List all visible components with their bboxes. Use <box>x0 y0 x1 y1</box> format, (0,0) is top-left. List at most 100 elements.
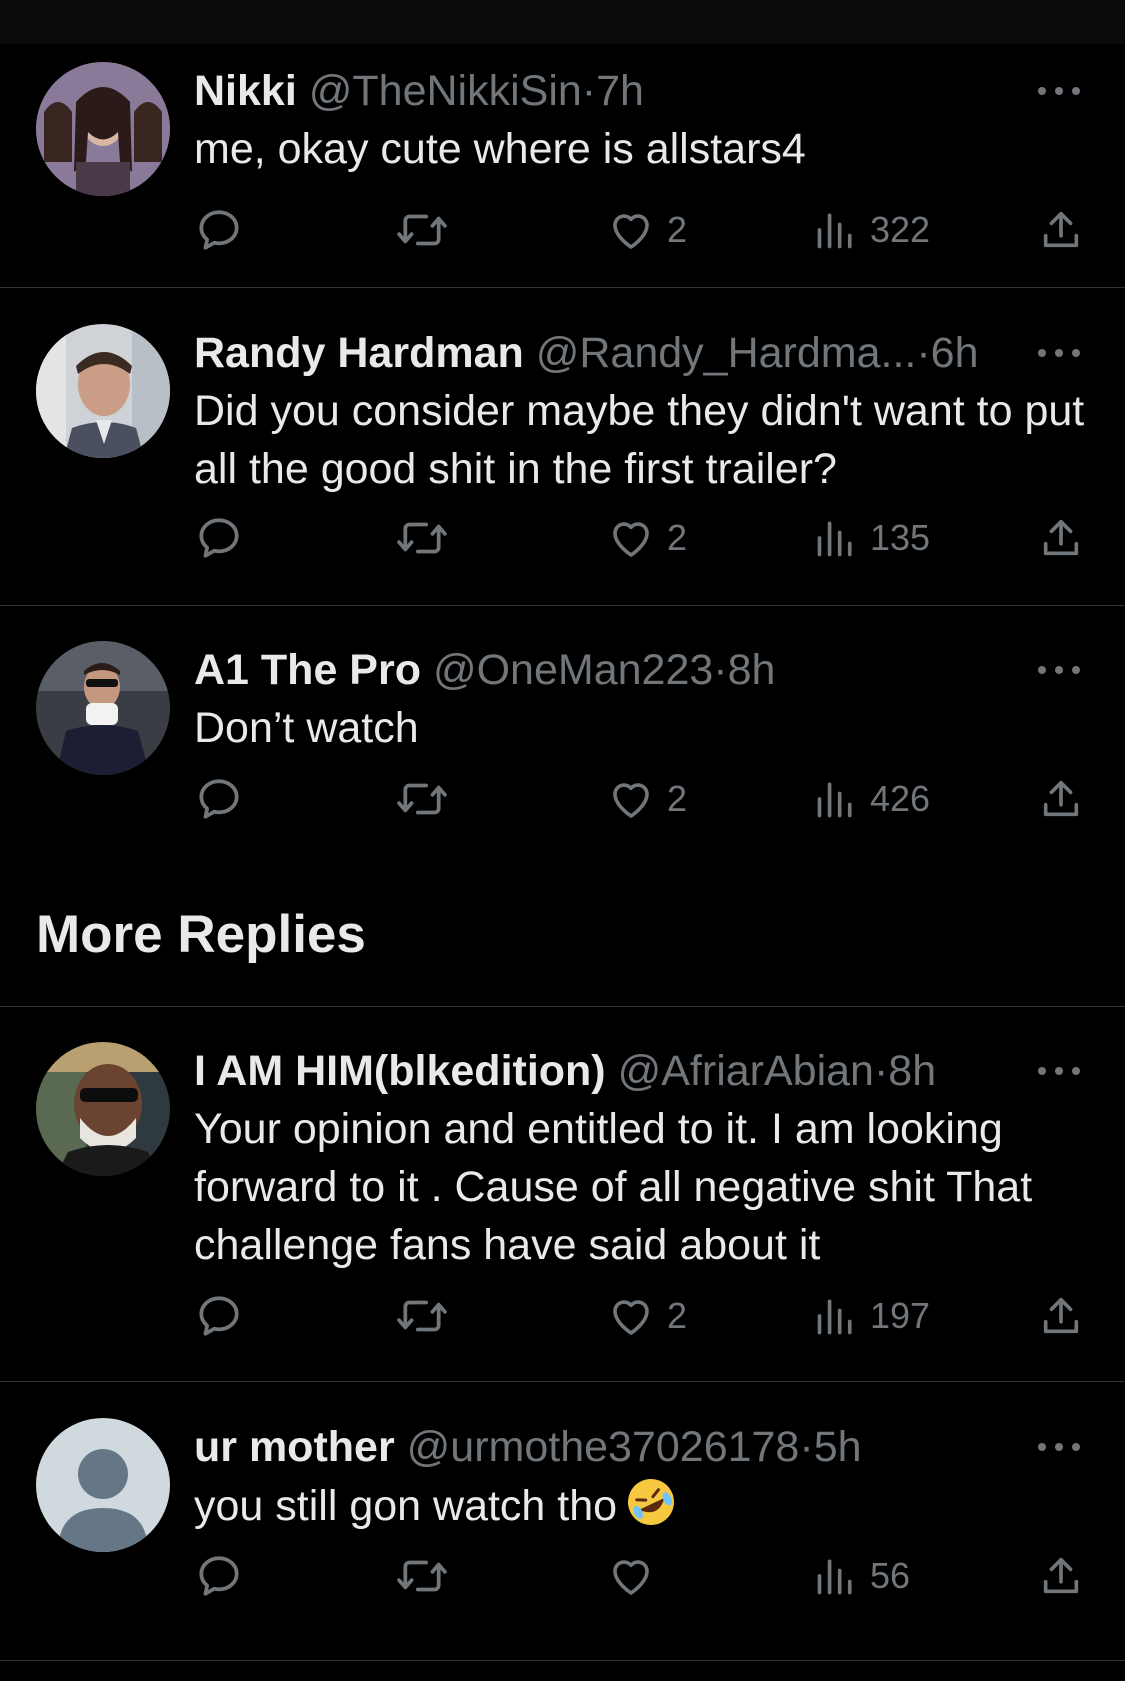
share-icon <box>1043 1297 1079 1334</box>
timestamp[interactable]: 5h <box>814 1423 862 1471</box>
retweet-icon <box>397 783 447 815</box>
reply-header: A1 The Pro @OneMan223·8h <box>194 641 1094 699</box>
display-name[interactable]: ur mother <box>194 1423 395 1471</box>
like-button[interactable]: 2 <box>607 510 687 566</box>
action-bar: 2 322 <box>194 202 1094 258</box>
reply-button[interactable] <box>194 1548 244 1604</box>
display-name[interactable]: Randy Hardman <box>194 329 524 377</box>
reply-text-content: you still gon watch tho <box>194 1482 618 1530</box>
avatar[interactable] <box>36 1418 170 1552</box>
divider <box>0 1006 1125 1007</box>
like-count: 2 <box>667 778 688 819</box>
like-count: 2 <box>667 517 688 558</box>
reply-content: A1 The Pro @OneMan223·8h Don’t watch <box>194 641 1094 757</box>
view-count: 426 <box>870 778 931 819</box>
like-button[interactable]: 2 <box>607 771 687 827</box>
display-name[interactable]: A1 The Pro <box>194 646 421 694</box>
reply-button[interactable] <box>194 771 244 827</box>
view-count: 56 <box>870 1555 911 1596</box>
reply-header: I AM HIM(blkedition) @AfriarAbian·8h <box>194 1042 1094 1100</box>
user-handle[interactable]: @TheNikkiSin <box>309 67 582 115</box>
separator: · <box>799 1423 814 1471</box>
user-handle[interactable]: @AfriarAbian <box>618 1047 874 1095</box>
views-button[interactable]: 322 <box>814 202 930 258</box>
reply-icon <box>199 210 239 250</box>
retweet-button[interactable] <box>394 1548 450 1604</box>
retweet-icon <box>397 214 447 246</box>
reply-content: I AM HIM(blkedition) @AfriarAbian·8h You… <box>194 1042 1094 1274</box>
action-bar: 2 135 <box>194 510 1094 566</box>
reply-icon <box>199 779 239 819</box>
retweet-button[interactable] <box>394 202 450 258</box>
share-icon <box>1043 519 1079 556</box>
share-button[interactable] <box>1038 510 1084 566</box>
share-icon <box>1043 780 1079 817</box>
avatar[interactable] <box>36 324 170 458</box>
avatar[interactable] <box>36 62 170 196</box>
share-icon <box>1043 211 1079 248</box>
user-handle[interactable]: @Randy_Hardma... <box>536 329 917 377</box>
timestamp[interactable]: 6h <box>931 329 979 377</box>
view-count: 197 <box>870 1295 931 1336</box>
share-button[interactable] <box>1038 771 1084 827</box>
avatar[interactable] <box>36 1042 170 1176</box>
views-button[interactable]: 197 <box>814 1288 930 1344</box>
reply-button[interactable] <box>194 202 244 258</box>
retweet-icon <box>397 1300 447 1332</box>
separator: · <box>713 646 728 694</box>
view-count: 135 <box>870 517 931 558</box>
timestamp[interactable]: 8h <box>888 1047 936 1095</box>
views-icon <box>817 213 852 249</box>
like-count: 2 <box>667 1295 688 1336</box>
user-handle[interactable]: @OneMan223 <box>433 646 713 694</box>
more-icon[interactable] <box>1035 1064 1083 1078</box>
display-name[interactable]: I AM HIM(blkedition) <box>194 1047 606 1095</box>
views-icon <box>817 1299 852 1335</box>
like-button[interactable]: 2 <box>607 202 687 258</box>
retweet-button[interactable] <box>394 1288 450 1344</box>
retweet-icon <box>397 1560 447 1592</box>
reply-icon <box>199 1296 239 1336</box>
more-icon[interactable] <box>1035 663 1083 677</box>
top-bar <box>0 0 1125 44</box>
reply-text: you still gon watch tho <box>194 1476 1094 1543</box>
retweet-button[interactable] <box>394 510 450 566</box>
like-count: 2 <box>667 209 688 250</box>
view-count: 322 <box>870 209 931 250</box>
heart-icon <box>613 1560 649 1595</box>
reply-icon <box>199 518 239 558</box>
share-button[interactable] <box>1038 1548 1084 1604</box>
reply-button[interactable] <box>194 510 244 566</box>
avatar[interactable] <box>36 641 170 775</box>
action-bar: 56 <box>194 1548 1094 1604</box>
heart-icon <box>613 214 649 249</box>
reply-icon <box>199 1556 239 1596</box>
reply-text: me, okay cute where is allstars4 <box>194 125 806 173</box>
more-icon[interactable] <box>1035 346 1083 360</box>
timestamp[interactable]: 8h <box>728 646 776 694</box>
retweet-button[interactable] <box>394 771 450 827</box>
reply-content: Randy Hardman @Randy_Hardma...·6h Did yo… <box>194 324 1094 498</box>
like-button[interactable] <box>607 1548 667 1604</box>
divider <box>0 287 1125 288</box>
reply-content: Nikki @TheNikkiSin·7h me, okay cute wher… <box>194 62 1094 178</box>
views-button[interactable]: 56 <box>814 1548 910 1604</box>
views-button[interactable]: 426 <box>814 771 930 827</box>
display-name[interactable]: Nikki <box>194 67 297 115</box>
reply-content: ur mother @urmothe37026178·5h you still … <box>194 1418 1094 1543</box>
more-icon[interactable] <box>1035 84 1083 98</box>
more-icon[interactable] <box>1035 1440 1083 1454</box>
timestamp[interactable]: 7h <box>596 67 644 115</box>
heart-icon <box>613 522 649 557</box>
views-button[interactable]: 135 <box>814 510 930 566</box>
rolling-on-floor-laughing-emoji <box>625 1476 677 1543</box>
share-button[interactable] <box>1038 1288 1084 1344</box>
reply-button[interactable] <box>194 1288 244 1344</box>
share-button[interactable] <box>1038 202 1084 258</box>
share-icon <box>1043 1557 1079 1594</box>
views-icon <box>817 1559 852 1595</box>
action-bar: 2 426 <box>194 771 1094 827</box>
reply-header: ur mother @urmothe37026178·5h <box>194 1418 1094 1476</box>
like-button[interactable]: 2 <box>607 1288 687 1344</box>
user-handle[interactable]: @urmothe37026178 <box>407 1423 800 1471</box>
